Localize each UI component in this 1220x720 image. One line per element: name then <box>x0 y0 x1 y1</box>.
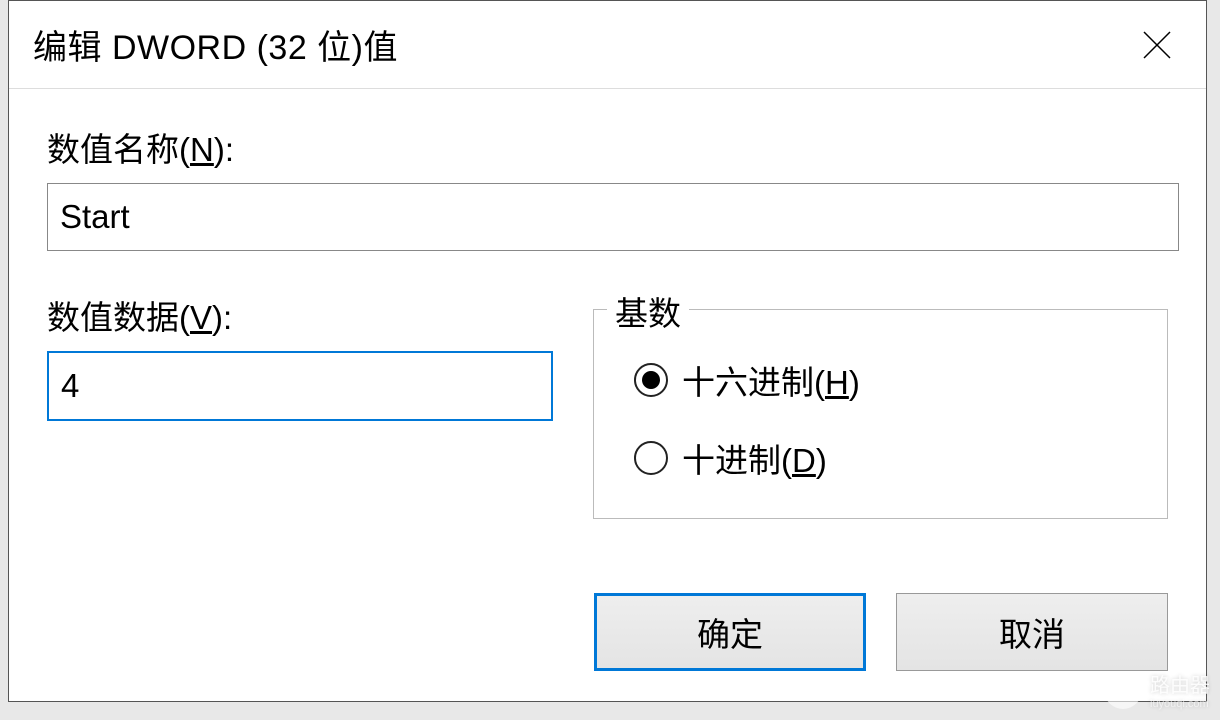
button-row: 确定 取消 <box>594 593 1168 671</box>
value-data-input[interactable] <box>47 351 553 421</box>
radio-hexadecimal[interactable]: 十六进制(H) <box>634 356 1127 404</box>
value-name-label: 数值名称(N): <box>47 123 1168 171</box>
button-label: 取消 <box>999 608 1065 656</box>
titlebar: 编辑 DWORD (32 位)值 <box>9 1 1206 89</box>
label-text: 数值名称( <box>47 131 190 168</box>
label-text: ): <box>214 131 234 168</box>
accelerator-key: V <box>190 299 212 336</box>
base-fieldset: 十六进制(H) 十进制(D) <box>593 309 1168 519</box>
button-label: 确定 <box>697 608 763 656</box>
value-data-label: 数值数据(V): <box>47 291 553 339</box>
accelerator-key: H <box>825 364 849 401</box>
close-button[interactable] <box>1132 20 1182 70</box>
radio-icon <box>634 441 668 475</box>
value-name-input[interactable] <box>47 183 1179 251</box>
edit-dword-dialog: 编辑 DWORD (32 位)值 数值名称(N): 数值数据(V): 基数 <box>8 0 1207 702</box>
radio-decimal[interactable]: 十进制(D) <box>634 434 1127 482</box>
ok-button[interactable]: 确定 <box>594 593 866 671</box>
dialog-title: 编辑 DWORD (32 位)值 <box>33 20 398 69</box>
radio-label: 十六进制(H) <box>682 356 860 404</box>
accelerator-key: N <box>190 131 214 168</box>
base-legend: 基数 <box>607 287 689 335</box>
radio-label: 十进制(D) <box>682 434 827 482</box>
label-text: 数值数据( <box>47 299 190 336</box>
dialog-content: 数值名称(N): 数值数据(V): 基数 十六进制(H) <box>9 89 1206 701</box>
cancel-button[interactable]: 取消 <box>896 593 1168 671</box>
close-icon <box>1141 29 1173 61</box>
radio-icon <box>634 363 668 397</box>
label-text: ): <box>212 299 232 336</box>
accelerator-key: D <box>792 442 816 479</box>
